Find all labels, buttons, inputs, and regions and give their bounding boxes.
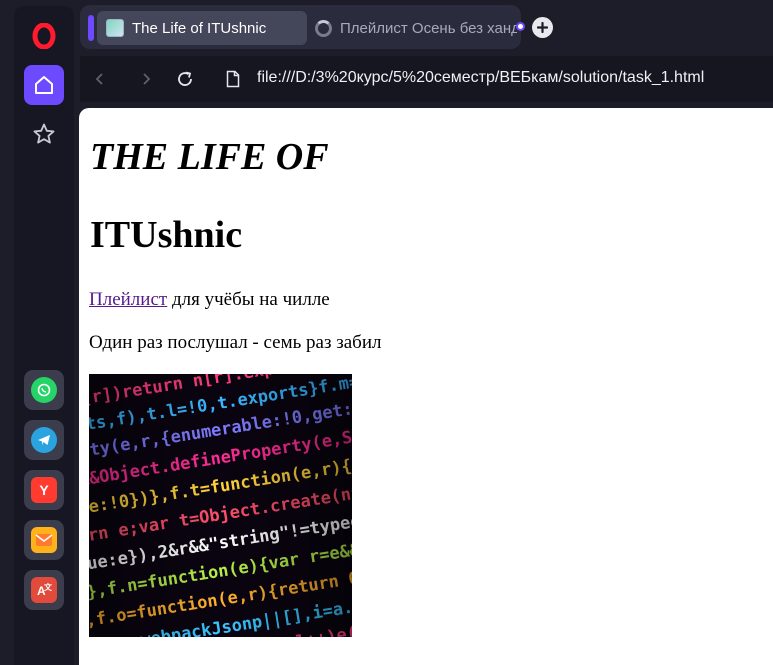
- playlist-paragraph: Плейлист для учёбы на чилле: [89, 289, 330, 311]
- tab-title: Плейлист Осень без хандры: [340, 19, 517, 37]
- star-icon: [33, 123, 55, 144]
- mail-button[interactable]: [24, 520, 64, 560]
- page-heading-2: ITUshnic: [90, 214, 243, 256]
- svg-text:文: 文: [44, 582, 53, 592]
- forward-button[interactable]: [132, 65, 160, 93]
- mail-icon: [31, 527, 57, 553]
- tab-playlist[interactable]: Плейлист Осень без хандры: [312, 11, 517, 45]
- page-content: THE LIFE OF ITUshnic Плейлист для учёбы …: [79, 108, 773, 665]
- home-button[interactable]: [24, 65, 64, 105]
- telegram-button[interactable]: [24, 420, 64, 460]
- playlist-link[interactable]: Плейлист: [89, 289, 167, 310]
- tab-active[interactable]: The Life of ITUshnic: [97, 11, 307, 45]
- yandex-icon: Y: [31, 477, 57, 503]
- translate-icon: A文: [31, 577, 57, 603]
- whatsapp-button[interactable]: [24, 370, 64, 410]
- telegram-icon: [31, 427, 57, 453]
- home-icon: [35, 76, 53, 94]
- new-tab-button[interactable]: [532, 17, 553, 38]
- page-favicon-icon: [106, 19, 124, 37]
- code-image: if(n[r])return n[r].exports;var exports,…: [89, 374, 352, 637]
- plus-icon: [537, 22, 548, 33]
- motto-paragraph: Один раз послушал - семь раз забил: [89, 332, 382, 353]
- reload-icon: [178, 71, 192, 86]
- url-field[interactable]: file:///D:/3%20курс/5%20семестр/ВЕБкам/s…: [257, 69, 704, 87]
- tab-indicator-dot: [516, 22, 525, 31]
- page-heading-1: THE LIFE OF: [90, 136, 329, 178]
- workspace-indicator[interactable]: [88, 15, 94, 41]
- sidebar: Y A文: [14, 6, 74, 665]
- playlist-text: для учёбы на чилле: [167, 289, 330, 310]
- chevron-right-icon: [143, 73, 151, 85]
- back-button[interactable]: [86, 65, 114, 93]
- bookmarks-button[interactable]: [24, 114, 64, 154]
- tab-strip: The Life of ITUshnic Плейлист Осень без …: [80, 5, 521, 49]
- file-icon: [219, 65, 247, 93]
- yandex-glyph: Y: [39, 482, 49, 498]
- whatsapp-icon: [31, 377, 57, 403]
- translate-button[interactable]: A文: [24, 570, 64, 610]
- tab-title: The Life of ITUshnic: [132, 19, 267, 37]
- yandex-button[interactable]: Y: [24, 470, 64, 510]
- reload-button[interactable]: [171, 65, 199, 93]
- loading-spinner-icon: [315, 19, 332, 37]
- address-bar: file:///D:/3%20курс/5%20семестр/ВЕБкам/s…: [80, 56, 773, 102]
- opera-logo-icon[interactable]: [24, 16, 64, 56]
- chevron-left-icon: [95, 73, 103, 85]
